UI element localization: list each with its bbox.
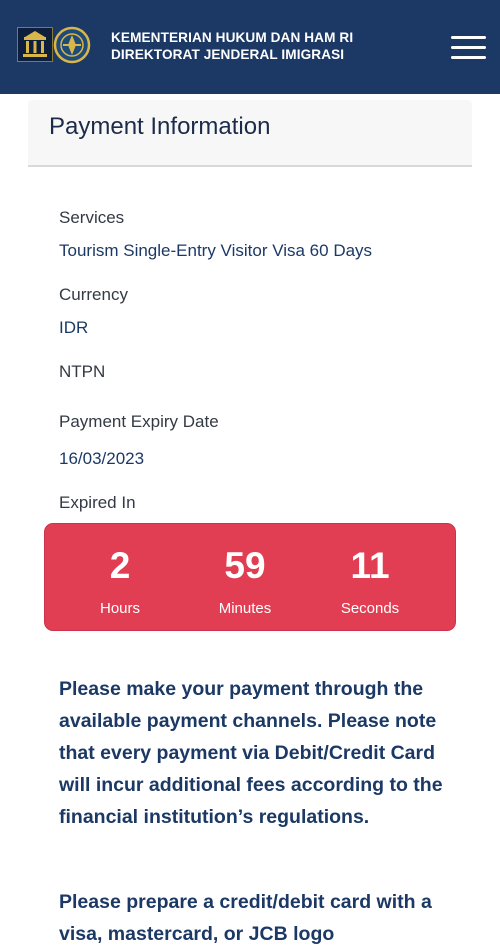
header-title: KEMENTERIAN HUKUM DAN HAM RI DIREKTORAT …: [111, 29, 353, 63]
immigration-emblem: [53, 26, 91, 64]
app-header: KEMENTERIAN HUKUM DAN HAM RI DIREKTORAT …: [0, 0, 500, 94]
hours-label: Hours: [99, 600, 140, 617]
expired-in-label: Expired In: [59, 493, 136, 512]
services-value: Tourism Single-Entry Visitor Visa 60 Day…: [59, 241, 373, 260]
countdown-seconds: 11 Seconds: [310, 524, 430, 618]
header-title-line1: KEMENTERIAN HUKUM DAN HAM RI: [111, 30, 354, 45]
expiry-date-label: Payment Expiry Date: [59, 412, 219, 431]
seconds-value: 11: [350, 545, 390, 586]
countdown-hours: 2 Hours: [60, 524, 180, 618]
hamburger-menu-icon[interactable]: [451, 36, 486, 62]
ntpn-label: NTPN: [59, 362, 106, 381]
seconds-label: Seconds: [340, 600, 400, 617]
ministry-logo: [17, 27, 53, 62]
page-title: Payment Information: [49, 113, 271, 140]
payment-notice: Please make your payment through the ava…: [59, 678, 443, 828]
countdown-minutes: 59 Minutes: [185, 524, 305, 618]
services-label: Services: [59, 208, 125, 227]
currency-label: Currency: [59, 285, 128, 304]
expiry-date-value: 16/03/2023: [59, 449, 145, 468]
countdown-timer: 2 Hours 59 Minutes 11 Seconds: [44, 523, 456, 631]
minutes-label: Minutes: [218, 600, 272, 617]
card-notice: Please prepare a credit/debit card with …: [59, 891, 432, 945]
minutes-value: 59: [224, 545, 266, 586]
hours-value: 2: [109, 545, 131, 586]
currency-value: IDR: [59, 318, 89, 337]
header-title-line2: DIREKTORAT JENDERAL IMIGRASI: [111, 47, 345, 62]
payment-information-header: Payment Information: [28, 100, 472, 167]
